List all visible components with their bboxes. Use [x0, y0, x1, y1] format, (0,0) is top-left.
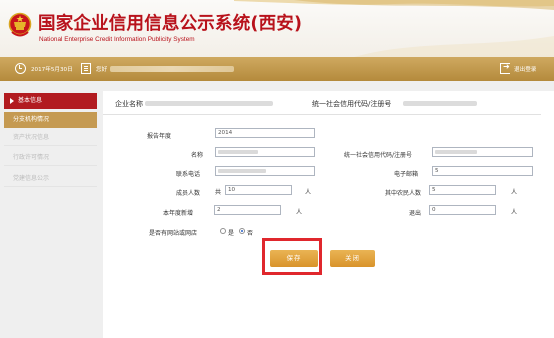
current-date: 2017年5月30日	[31, 67, 73, 73]
email-value: 5	[435, 168, 439, 174]
redacted-phone-value	[218, 169, 266, 173]
name-field[interactable]	[215, 147, 315, 157]
members-label: 成员人数	[176, 190, 201, 197]
redacted-user-name	[110, 66, 234, 72]
quit-unit: 人	[511, 209, 518, 216]
company-name-label: 企业名称	[115, 100, 143, 108]
sidebar-item-party[interactable]: 党建信息公示	[4, 171, 97, 187]
sidebar-item-licenses[interactable]: 行政许可情况	[4, 150, 97, 166]
user-card-icon	[81, 63, 91, 74]
redacted-company-name	[145, 101, 273, 106]
sidebar-item-branches[interactable]: 分支机构情况	[4, 112, 97, 128]
quit-field[interactable]: 0	[429, 205, 496, 215]
email-label: 电子邮箱	[394, 171, 419, 178]
main-panel: 企业名称 统一社会信用代码/注册号 报告年度 2014 名称 统一社会信用代码/…	[103, 91, 554, 338]
email-field[interactable]: 5	[432, 166, 533, 176]
farmers-field[interactable]: 5	[429, 185, 496, 195]
system-subtitle: National Enterprise Credit Information P…	[39, 36, 195, 43]
logout-link[interactable]: 退出登录	[514, 65, 536, 73]
website-yes-label: 是	[228, 230, 235, 237]
credit-code-label: 统一社会信用代码/注册号	[312, 100, 392, 108]
sidebar: 基本信息 分支机构情况 资产状况信息 行政许可情况 党建信息公示	[0, 91, 97, 338]
save-highlight-box	[262, 238, 322, 275]
sidebar-item-assets[interactable]: 资产状况信息	[4, 130, 97, 146]
farmers-label: 其中农民人数	[385, 190, 422, 197]
website-no-label: 否	[247, 230, 254, 237]
close-button[interactable]: 关闭	[330, 250, 375, 267]
new-members-field[interactable]: 2	[214, 205, 281, 215]
website-no-radio[interactable]	[239, 228, 245, 234]
company-summary-bar: 企业名称 统一社会信用代码/注册号	[103, 91, 541, 115]
national-emblem-icon	[8, 12, 32, 37]
credit-code-field[interactable]	[432, 147, 533, 157]
name-label: 名称	[191, 152, 204, 159]
quit-label: 退出	[409, 210, 422, 217]
logout-icon[interactable]	[500, 62, 510, 74]
website-yes-radio[interactable]	[220, 228, 226, 234]
redacted-credit-code	[403, 101, 477, 106]
report-year-label: 报告年度	[147, 133, 172, 140]
members-unit: 人	[305, 189, 312, 196]
farmers-unit: 人	[511, 189, 518, 196]
members-field[interactable]: 10	[225, 185, 292, 195]
new-members-unit: 人	[296, 209, 303, 216]
clock-icon	[15, 63, 26, 74]
new-members-label: 本年度新增	[163, 210, 194, 217]
website-label: 是否有网站或网店	[149, 230, 198, 237]
credit-code-form-label: 统一社会信用代码/注册号	[344, 152, 413, 159]
redacted-credit-code-value	[435, 150, 477, 154]
sidebar-item-basic-info[interactable]: 基本信息	[4, 93, 97, 109]
top-toolbar: 2017年5月30日 您好 退出登录	[0, 57, 554, 81]
report-year-field[interactable]: 2014	[215, 128, 315, 138]
phone-label: 联系电话	[176, 171, 201, 178]
members-prefix: 共	[215, 189, 222, 196]
system-title: 国家企业信用信息公示系统(西安)	[38, 14, 303, 34]
greeting-text: 您好	[96, 67, 108, 73]
site-header: 国家企业信用信息公示系统(西安) National Enterprise Cre…	[0, 0, 554, 57]
phone-field[interactable]	[215, 166, 315, 176]
redacted-name-value	[218, 150, 258, 154]
